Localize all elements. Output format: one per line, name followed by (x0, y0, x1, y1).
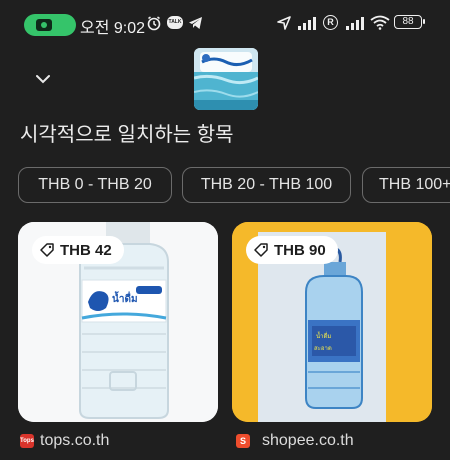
query-image-thumbnail[interactable] (194, 48, 258, 110)
signal-strength-icon (298, 16, 316, 30)
battery-indicator: 88 (394, 15, 425, 29)
chip-label: THB 100+ (379, 176, 450, 193)
tag-icon (40, 243, 54, 257)
camera-icon (36, 19, 52, 31)
signal-strength-2-icon (346, 16, 364, 30)
price-text: THB 42 (60, 241, 112, 259)
chevron-down-icon[interactable] (36, 72, 50, 86)
roaming-icon: R (323, 15, 338, 30)
price-filter-chip-100-plus[interactable]: THB 100+ (362, 167, 450, 203)
favicon-shopee: S (236, 434, 250, 448)
price-filter-chip-20-100[interactable]: THB 20 - THB 100 (182, 167, 351, 203)
price-text: THB 90 (274, 241, 326, 259)
result-source-2[interactable]: shopee.co.th (262, 432, 354, 450)
price-tag: THB 90 (246, 236, 338, 264)
chip-label: THB 20 - THB 100 (200, 176, 333, 193)
svg-text:สะอาด: สะอาด (314, 345, 332, 352)
alarm-icon (147, 16, 161, 31)
result-source-1[interactable]: tops.co.th (40, 432, 109, 450)
svg-text:น้ำดื่ม: น้ำดื่ม (112, 291, 138, 305)
telegram-icon (189, 17, 202, 29)
chip-label: THB 0 - THB 20 (38, 176, 152, 193)
screen-record-indicator[interactable] (24, 14, 76, 36)
location-arrow-icon (277, 16, 291, 30)
result-card-2[interactable]: น้ำดื่ม สะอาด THB 90 (232, 222, 432, 422)
status-time: 오전 9:02 (80, 20, 146, 37)
section-title: 시각적으로 일치하는 항목 (20, 124, 234, 146)
price-filter-chip-0-20[interactable]: THB 0 - THB 20 (18, 167, 172, 203)
favicon-tops: Tops (20, 434, 34, 448)
wifi-icon (370, 15, 390, 30)
kakaotalk-icon: TALK (167, 16, 183, 29)
price-tag: THB 42 (32, 236, 124, 264)
result-card-1[interactable]: น้ำดื่ม THB 42 (18, 222, 218, 422)
status-bar: 오전 9:02 TALK R 88 (0, 0, 450, 44)
tag-icon (254, 243, 268, 257)
